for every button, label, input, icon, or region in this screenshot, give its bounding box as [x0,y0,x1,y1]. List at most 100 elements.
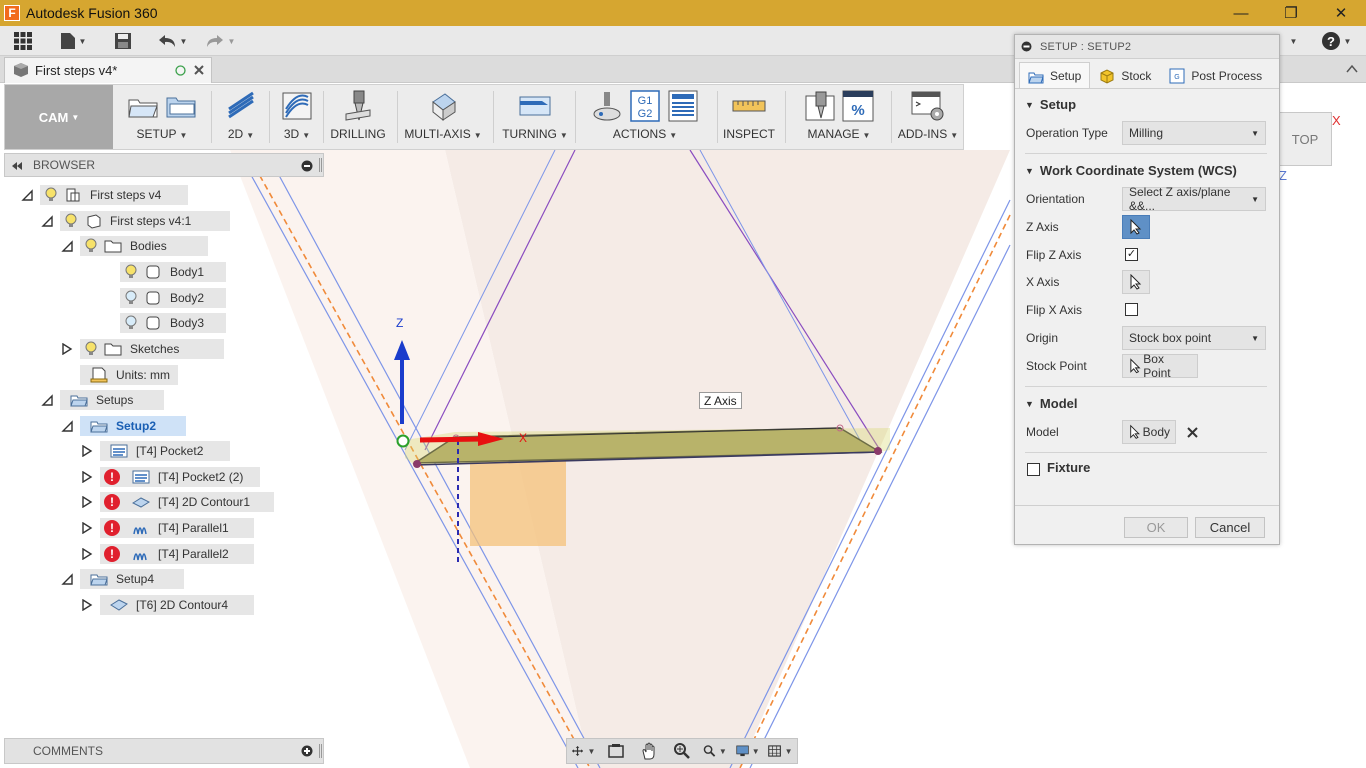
tab-setup[interactable]: Setup [1019,62,1091,88]
drill-icon[interactable] [341,89,375,123]
browser-node[interactable]: ! [T4] Parallel2 [100,544,254,564]
ok-button[interactable]: OK [1124,517,1188,538]
tool-library-icon[interactable] [803,89,837,123]
toolbar-group-manage[interactable]: % MANAGE ▼ [791,85,887,149]
visibility-lightbulb-icon[interactable] [124,315,138,331]
visibility-lightbulb-icon[interactable] [124,290,138,306]
operation-type-select[interactable]: Milling ▼ [1122,121,1266,145]
turning-icon[interactable] [518,89,552,123]
flip-z-axis-checkbox[interactable]: ✓ [1125,248,1138,261]
collapse-browser-icon[interactable] [11,161,23,171]
expand-triangle-icon[interactable] [80,441,94,461]
new-setup-icon[interactable] [126,89,160,123]
look-at-icon[interactable] [604,740,628,762]
browser-tree-row[interactable]: Body3 [100,313,226,333]
view-cube-face[interactable]: TOP [1292,132,1319,147]
browser-tree-row[interactable]: Sketches [60,339,224,359]
data-panel-grid-icon[interactable] [10,30,36,52]
stock-point-selector[interactable]: Box Point [1122,352,1198,380]
browser-tree-row[interactable]: Body1 [100,262,226,282]
collapse-triangle-icon[interactable] [60,569,74,589]
post-process-icon[interactable]: G1 G2 [628,89,662,123]
fixture-checkbox[interactable] [1027,463,1040,476]
flip-x-axis-checkbox[interactable] [1125,303,1138,316]
save-icon[interactable] [112,30,134,52]
wcs-x-axis[interactable] [419,436,483,443]
browser-tree-row[interactable]: [T4] Pocket2 [80,441,230,461]
pan-hand-icon[interactable] [637,740,661,762]
browser-node[interactable]: Units: mm [80,365,178,385]
x-axis-selector[interactable] [1122,270,1150,294]
toolbar-group-setup[interactable]: SETUP ▼ [117,85,207,149]
help-button[interactable]: ? ▼ [1318,30,1354,52]
orientation-select[interactable]: Select Z axis/plane &&... ▼ [1122,185,1266,213]
grid-settings-icon[interactable]: ▼ [768,740,792,762]
zoom-icon[interactable]: ▼ [703,740,727,762]
browser-header[interactable]: BROWSER [4,153,324,177]
expand-triangle-icon[interactable] [60,339,74,359]
scripts-addins-icon[interactable] [911,89,945,123]
browser-node[interactable]: ! [T4] 2D Contour1 [100,492,274,512]
collapse-triangle-icon[interactable] [40,211,54,231]
multi-axis-icon[interactable] [426,89,460,123]
view-cube[interactable]: TOP [1278,112,1332,166]
simulate-icon[interactable] [590,89,624,123]
browser-tree-row[interactable]: Body2 [100,288,226,308]
toolbar-group-drilling[interactable]: DRILLING [325,85,391,149]
browser-node[interactable]: Setups [60,390,164,410]
document-tab[interactable]: First steps v4* [4,57,212,83]
toolbar-group-add-ins[interactable]: ADD-INS ▼ [895,85,961,149]
comments-resize-grip[interactable] [319,744,322,758]
browser-tree-row[interactable]: Setups [40,390,164,410]
manage-percent-icon[interactable]: % [841,89,875,123]
browser-tree-row[interactable]: ! [T4] Parallel1 [80,518,254,538]
browser-node[interactable]: Sketches [80,339,224,359]
file-menu-button[interactable]: ▼ [56,30,90,52]
section-wcs-header[interactable]: ▼ Work Coordinate System (WCS) [1025,163,1237,178]
browser-options-icon[interactable] [301,160,313,172]
browser-node[interactable]: Setup4 [80,569,184,589]
orbit-icon[interactable]: ▼ [571,740,595,762]
close-tab-icon[interactable] [193,64,205,76]
toolbar-group-turning[interactable]: TURNING ▼ [499,85,571,149]
expand-triangle-icon[interactable] [80,595,94,615]
model-selector[interactable]: Body [1122,420,1176,444]
tab-overflow-chevron-icon[interactable] [1346,64,1358,74]
section-model-header[interactable]: ▼ Model [1025,396,1077,411]
browser-tree-row[interactable]: Setup4 [60,569,184,589]
dialog-title-bar[interactable]: SETUP : SETUP2 [1015,35,1279,59]
2d-toolpath-icon[interactable] [224,89,258,123]
add-comment-icon[interactable] [301,745,313,757]
clear-model-icon[interactable] [1187,427,1198,438]
browser-node[interactable]: Setup2 [80,416,186,436]
visibility-lightbulb-icon[interactable] [64,213,78,229]
browser-node[interactable]: Body2 [120,288,226,308]
toolbar-group-multi-axis[interactable]: MULTI-AXIS ▼ [401,85,485,149]
toolbar-group-actions[interactable]: G1 G2 ACTIONS ▼ [579,85,711,149]
visibility-lightbulb-icon[interactable] [44,187,58,203]
browser-node[interactable]: Body1 [120,262,226,282]
browser-tree-row[interactable]: ! [T4] Pocket2 (2) [80,467,260,487]
minimize-button[interactable]: — [1216,0,1266,26]
collapse-triangle-icon[interactable] [20,185,34,205]
browser-tree-row[interactable]: ! [T4] Parallel2 [80,544,254,564]
collapse-triangle-icon[interactable] [60,416,74,436]
visibility-lightbulb-icon[interactable] [124,264,138,280]
close-window-button[interactable]: ✕ [1316,0,1366,26]
toolbar-group-2d[interactable]: 2D ▼ [215,85,267,149]
zoom-window-icon[interactable] [670,740,694,762]
user-menu-caret[interactable]: ▼ [1284,30,1300,52]
expand-triangle-icon[interactable] [80,467,94,487]
expand-triangle-icon[interactable] [80,492,94,512]
workspace-switcher-button[interactable]: CAM ▼ [5,85,113,149]
toolbar-group-inspect[interactable]: INSPECT [721,85,777,149]
browser-node[interactable]: Body3 [120,313,226,333]
cancel-button[interactable]: Cancel [1195,517,1265,538]
expand-triangle-icon[interactable] [80,518,94,538]
browser-tree-row[interactable]: Setup2 [60,416,186,436]
measure-icon[interactable] [732,89,766,123]
browser-node[interactable]: [T6] 2D Contour4 [100,595,254,615]
browser-node[interactable]: First steps v4:1 [60,211,230,231]
redo-button[interactable]: ▼ [202,30,238,52]
wcs-origin[interactable] [396,434,410,448]
